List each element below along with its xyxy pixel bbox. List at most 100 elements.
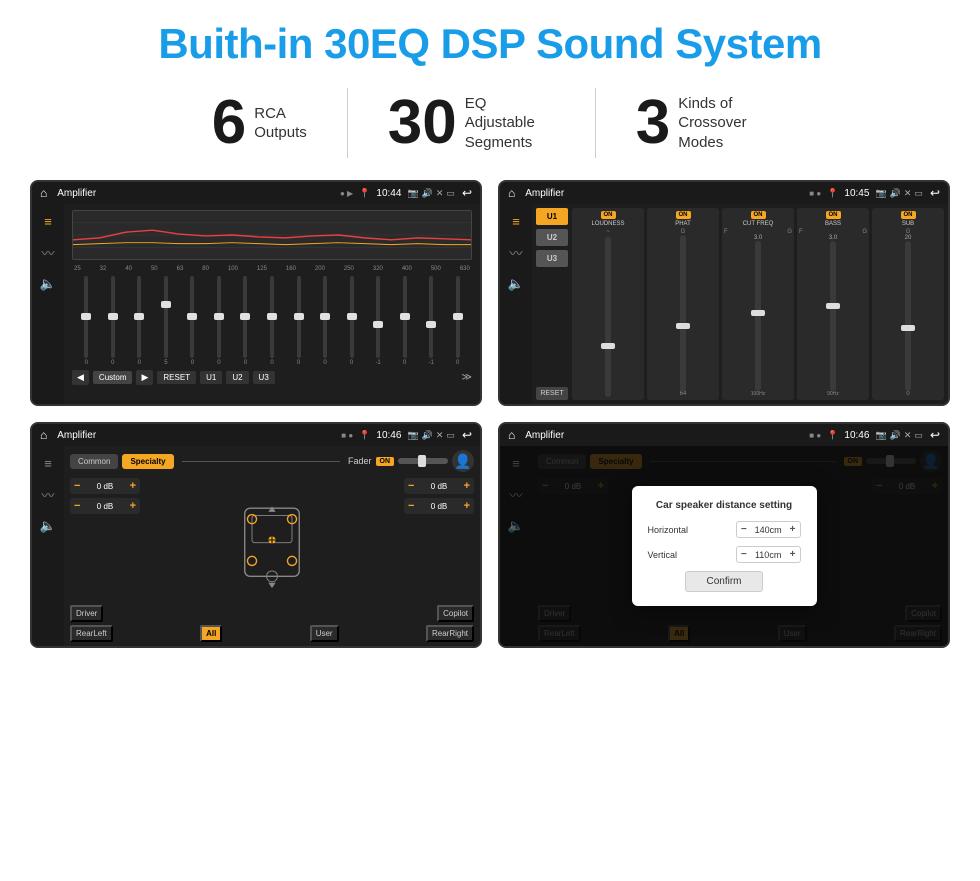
common-tab[interactable]: Common	[70, 454, 118, 469]
bottom-labels-3: Driver Copilot	[70, 605, 474, 622]
sub-group: ON SUB G 20 0	[872, 208, 944, 400]
eq-icon[interactable]: ≡	[44, 214, 52, 229]
phat-title: PHAT	[675, 221, 691, 227]
cutfreq-group: ON CUT FREQ FG 3.0 100Hz	[722, 208, 794, 400]
speaker-icon-2[interactable]: 🔈	[508, 276, 524, 292]
all-btn[interactable]: All	[200, 625, 222, 642]
tab-row-3: Common Specialty Fader ON 👤	[70, 450, 474, 472]
fader-track[interactable]	[398, 458, 448, 464]
speaker-icon[interactable]: 🔈	[40, 276, 56, 292]
stat-label-eq: EQ AdjustableSegments	[465, 94, 555, 153]
specialty-tab[interactable]: Specialty	[122, 454, 173, 469]
horizontal-plus-btn[interactable]: +	[790, 524, 796, 535]
db-plus-br[interactable]: +	[464, 500, 470, 512]
eq-slider-7: 0	[260, 276, 285, 366]
window-icon-4: ▭	[914, 430, 923, 441]
eq-slider-6: 0	[233, 276, 258, 366]
vertical-label: Vertical	[648, 550, 708, 560]
eq-prev-btn[interactable]: ◀	[72, 370, 89, 385]
db-minus-br[interactable]: −	[408, 500, 414, 512]
wave-icon[interactable]: 〰	[41, 243, 54, 262]
horizontal-value: 140cm	[751, 525, 786, 535]
user-btn[interactable]: User	[310, 625, 339, 642]
eq-next-btn[interactable]: ▶	[136, 370, 153, 385]
status-time-4: 10:46	[844, 430, 869, 441]
volume-icon-2: 🔊	[890, 188, 901, 199]
eq-freq-labels: 253240506380100125160200250320400500630	[72, 266, 472, 272]
loudness-title: LOUDNESS	[591, 221, 624, 227]
camera-icon-3: 📷	[407, 430, 418, 441]
sidebar-3: ≡ 〰 🔈	[32, 446, 64, 646]
eq-slider-5: 0	[207, 276, 232, 366]
home-icon-2[interactable]: ⌂	[508, 186, 515, 200]
sidebar-2: ≡ 〰 🔈	[500, 204, 532, 404]
driver-btn[interactable]: Driver	[70, 605, 103, 622]
screenshots-grid: ⌂ Amplifier ● ▶ 📍 10:44 📷 🔊 ✕ ▭ ↩ ≡ 〰 🔈	[30, 180, 950, 648]
eq-slider-3: 5	[154, 276, 179, 366]
phat-on-badge: ON	[676, 211, 691, 219]
preset-custom-btn[interactable]: Custom	[93, 371, 133, 384]
home-icon-4[interactable]: ⌂	[508, 428, 515, 442]
u2-btn[interactable]: U2	[226, 371, 248, 384]
status-bar-1: ⌂ Amplifier ● ▶ 📍 10:44 📷 🔊 ✕ ▭ ↩	[32, 182, 480, 204]
user-icon-btn[interactable]: 👤	[452, 450, 474, 472]
eq-icon-3[interactable]: ≡	[44, 456, 52, 471]
copilot-btn[interactable]: Copilot	[437, 605, 474, 622]
status-time-2: 10:45	[844, 188, 869, 199]
rearleft-btn[interactable]: RearLeft	[70, 625, 113, 642]
eq-graph	[72, 210, 472, 260]
u3-btn[interactable]: U3	[253, 371, 275, 384]
horizontal-minus-btn[interactable]: −	[741, 524, 747, 535]
screen-content-3: ≡ 〰 🔈 Common Specialty Fader ON 👤	[32, 446, 480, 646]
db-plus-bl[interactable]: +	[130, 500, 136, 512]
db-plus-tr[interactable]: +	[464, 480, 470, 492]
bass-on-badge: ON	[826, 211, 841, 219]
db-minus-tl[interactable]: −	[74, 480, 80, 492]
db-plus-tl[interactable]: +	[130, 480, 136, 492]
amp-reset-btn[interactable]: RESET	[536, 387, 568, 400]
back-icon-1[interactable]: ↩	[462, 186, 472, 200]
vertical-minus-btn[interactable]: −	[741, 549, 747, 560]
u1-btn[interactable]: U1	[200, 371, 222, 384]
stat-label-crossover: Kinds ofCrossover Modes	[678, 94, 768, 153]
cutfreq-on-badge: ON	[751, 211, 766, 219]
home-icon-3[interactable]: ⌂	[40, 428, 47, 442]
db-minus-tr[interactable]: −	[408, 480, 414, 492]
sub-title: SUB	[902, 221, 914, 227]
window-icon-3: ▭	[446, 430, 455, 441]
rearright-btn[interactable]: RearRight	[426, 625, 474, 642]
db-minus-bl[interactable]: −	[74, 500, 80, 512]
vertical-plus-btn[interactable]: +	[790, 549, 796, 560]
status-icons-3: 📷 🔊 ✕ ▭ ↩	[407, 428, 472, 442]
back-icon-2[interactable]: ↩	[930, 186, 940, 200]
eq-main: 253240506380100125160200250320400500630 …	[64, 204, 480, 404]
wave-icon-2[interactable]: 〰	[509, 243, 522, 262]
db-value-tr: 0 dB	[417, 482, 460, 491]
sub-on-badge: ON	[901, 211, 916, 219]
volume-icon-3: 🔊	[422, 430, 433, 441]
back-icon-4[interactable]: ↩	[930, 428, 940, 442]
confirm-button[interactable]: Confirm	[685, 571, 762, 592]
horizontal-control: − 140cm +	[736, 521, 801, 538]
wave-icon-3[interactable]: 〰	[41, 485, 54, 504]
status-dots-2: ■ ●	[809, 189, 821, 198]
eq-slider-4: 0	[180, 276, 205, 366]
status-icons-4: 📷 🔊 ✕ ▭ ↩	[875, 428, 940, 442]
u3-preset-btn[interactable]: U3	[536, 250, 568, 267]
reset-btn[interactable]: RESET	[157, 371, 196, 384]
pin-icon-3: 📍	[359, 430, 370, 441]
u1-preset-btn[interactable]: U1	[536, 208, 568, 225]
home-icon[interactable]: ⌂	[40, 186, 47, 200]
speaker-icon-3[interactable]: 🔈	[40, 518, 56, 534]
eq-icon-2[interactable]: ≡	[512, 214, 520, 229]
eq-slider-0: 0	[74, 276, 99, 366]
back-icon-3[interactable]: ↩	[462, 428, 472, 442]
amp-presets: U1 U2 U3 RESET	[536, 208, 568, 400]
status-title-2: Amplifier	[525, 188, 803, 199]
amp-main: U1 U2 U3 RESET ON LOUDNESS ~	[532, 204, 948, 404]
screenshot-dialog: ⌂ Amplifier ■ ● 📍 10:46 📷 🔊 ✕ ▭ ↩ ≡ 〰	[498, 422, 950, 648]
crossover-main: Common Specialty Fader ON 👤	[64, 446, 480, 646]
volume-icon: 🔊	[422, 188, 433, 199]
stat-rca: 6 RCAOutputs	[172, 92, 347, 154]
u2-preset-btn[interactable]: U2	[536, 229, 568, 246]
